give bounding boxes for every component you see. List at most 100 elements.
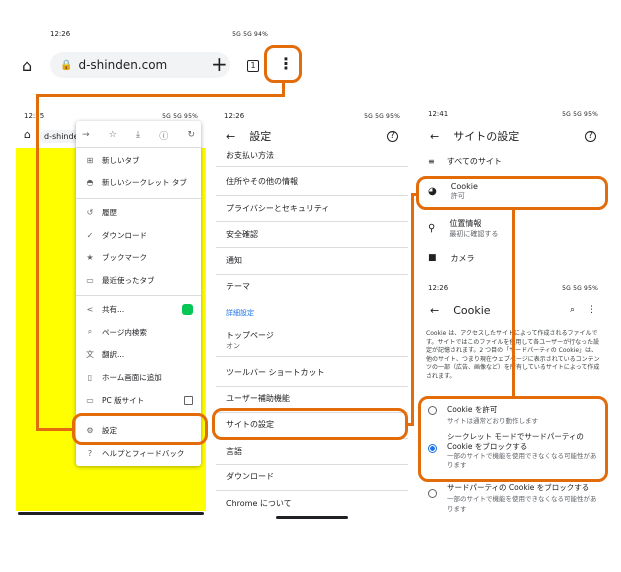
menu-label: ページ内検索 — [102, 327, 147, 337]
home-icon[interactable]: ⌂ — [22, 56, 32, 75]
item-label: カメラ — [450, 253, 475, 263]
menu-item-help[interactable]: ? ヘルプとフィードバック — [84, 442, 193, 464]
settings-item-homepage[interactable]: トップページ オン — [226, 330, 274, 351]
status-time: 12:25 — [24, 112, 45, 120]
status-time: 12:26 — [50, 30, 71, 38]
info-icon[interactable]: ⓘ — [159, 129, 168, 142]
menu-item-add-home[interactable]: ▯ ホーム画面に追加 — [84, 366, 193, 388]
menu-action-row: → ☆ ⤓ ⓘ ↻ — [82, 125, 195, 145]
incognito-icon: ◓ — [86, 177, 94, 187]
nav-bar — [18, 512, 204, 515]
settings-item[interactable]: プライバシーとセキュリティ — [216, 198, 408, 218]
camera-icon: ■ — [428, 253, 437, 263]
menu-item-new-tab[interactable]: ⊞ 新しいタブ — [84, 149, 193, 171]
settings-item[interactable]: ダウンロード — [216, 466, 408, 486]
highlight-menu-button — [264, 45, 302, 83]
highlight-settings — [72, 413, 208, 445]
settings-item[interactable]: ツールバー ショートカット — [216, 362, 408, 382]
settings-item[interactable]: テーマ — [216, 276, 408, 296]
status-icons: 5G 5G 95% — [562, 284, 598, 292]
settings-item[interactable]: 安全確認 — [216, 224, 408, 244]
search-icon[interactable]: ⌕ — [570, 305, 575, 315]
divider — [216, 247, 408, 248]
page-title: Cookie — [453, 303, 491, 317]
page-title: 設定 — [249, 130, 272, 143]
screenshot-address-bar: 12:26 5G 5G 94% ⌂ 🔒 d-shinden.com + 1 ⋮ — [14, 14, 304, 94]
status-time: 12:26 — [428, 284, 449, 292]
lock-icon: 🔒 — [60, 59, 73, 71]
status-icons: 5G 5G 95% — [562, 110, 598, 118]
menu-item-incognito[interactable]: ◓ 新しいシークレット タブ — [84, 171, 193, 193]
settings-item[interactable]: 住所やその他の情報 — [216, 171, 408, 191]
bookmark-star-icon[interactable]: ☆ — [109, 130, 117, 140]
menu-item-downloads[interactable]: ✓ ダウンロード — [84, 224, 193, 246]
forward-icon[interactable]: → — [82, 130, 90, 140]
menu-item-desktop-site[interactable]: ▭ PC 版サイト — [84, 389, 193, 411]
share-icon: < — [86, 304, 94, 314]
home-icon[interactable]: ⌂ — [24, 128, 31, 141]
help-icon[interactable]: ? — [387, 130, 398, 142]
settings-item[interactable]: 言語 — [216, 441, 408, 461]
menu-divider — [76, 198, 201, 199]
divider — [216, 490, 408, 491]
item-sub: オン — [226, 342, 240, 350]
divider — [216, 386, 408, 387]
desktop-checkbox[interactable] — [184, 395, 193, 405]
add-to-home-icon: ▯ — [87, 372, 93, 382]
status-time: 12:26 — [224, 112, 245, 120]
back-arrow-icon[interactable]: ← — [430, 130, 439, 143]
menu-label: ホーム画面に追加 — [102, 372, 162, 382]
status-icons: 5G 5G 94% — [232, 30, 268, 38]
menu-item-find[interactable]: ⌕ ページ内検索 — [84, 321, 193, 343]
divider — [216, 356, 408, 357]
divider — [216, 274, 408, 275]
all-sites-item[interactable]: ≡ すべてのサイト — [420, 154, 606, 168]
menu-item-translate[interactable]: 文翻訳... — [84, 343, 193, 365]
highlight-cookie-options — [418, 396, 608, 482]
reload-icon[interactable]: ↻ — [187, 130, 195, 140]
help-icon: ? — [87, 448, 93, 458]
location-pin-icon: ⚲ — [428, 223, 436, 234]
menu-label: 新しいシークレット タブ — [102, 177, 187, 187]
menu-label: 新しいタブ — [102, 155, 140, 165]
tab-count-button[interactable]: 1 — [247, 60, 259, 72]
connector-line — [36, 94, 39, 430]
url-text: d-shinden.com — [78, 58, 168, 72]
menu-item-recent-tabs[interactable]: ▭ 最近使ったタブ — [84, 269, 193, 291]
connector-line — [411, 193, 419, 196]
screenshot-chrome-menu: 12:25 5G 5G 95% ⌂ d-shinden → ☆ ⤓ ⓘ ↻ ⊞ 新… — [16, 108, 206, 518]
desktop-icon: ▭ — [86, 395, 94, 405]
menu-divider — [76, 295, 201, 296]
settings-item[interactable]: 通知 — [216, 250, 408, 270]
divider — [216, 166, 408, 167]
highlight-cookie — [416, 176, 608, 210]
menu-label: ヘルプとフィードバック — [102, 448, 185, 458]
status-icons: 5G 5G 95% — [364, 112, 400, 120]
page-title: サイトの設定 — [453, 130, 520, 143]
location-item[interactable]: ⚲ 位置情報 最初に確認する — [428, 218, 498, 239]
devices-icon: ▭ — [86, 275, 94, 285]
menu-label: 最近使ったタブ — [102, 275, 155, 285]
connector-line — [411, 193, 414, 426]
settings-item[interactable]: Chrome について — [216, 493, 408, 513]
help-icon[interactable]: ? — [585, 130, 596, 142]
divider — [216, 221, 408, 222]
highlight-site-settings — [212, 408, 408, 440]
radio-block-third-party[interactable] — [428, 489, 437, 498]
back-arrow-icon[interactable]: ← — [226, 130, 235, 143]
menu-item-history[interactable]: ↺ 履歴 — [84, 201, 193, 223]
url-bar[interactable]: 🔒 d-shinden.com — [50, 52, 230, 78]
more-menu-icon[interactable]: ⋮ — [587, 305, 596, 315]
new-tab-icon[interactable]: + — [211, 52, 228, 76]
menu-item-bookmarks[interactable]: ★ ブックマーク — [84, 246, 193, 268]
menu-item-share[interactable]: < 共有... — [84, 298, 193, 320]
back-arrow-icon[interactable]: ← — [430, 304, 439, 317]
connector-line — [36, 428, 74, 431]
new-tab-icon: ⊞ — [86, 155, 94, 165]
cookie-option-block-third-party[interactable]: サードパーティの Cookie をブロックする 一部のサイトで機能を使用できなく… — [428, 482, 598, 513]
item-label: トップページ — [226, 331, 274, 340]
find-in-page-icon: ⌕ — [87, 327, 93, 336]
settings-item[interactable]: ユーザー補助機能 — [216, 388, 408, 408]
settings-item[interactable]: お支払い方法 — [216, 148, 408, 162]
download-icon[interactable]: ⤓ — [136, 130, 140, 140]
